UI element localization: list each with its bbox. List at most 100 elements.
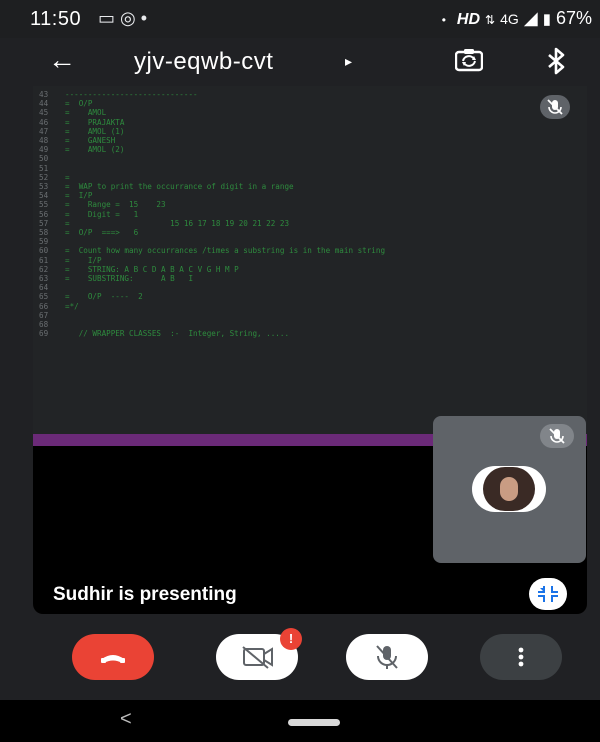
switch-camera-icon[interactable] xyxy=(455,48,483,72)
avatar xyxy=(472,466,546,512)
code-text: = STRING: A B C D A B A C V G H M P xyxy=(65,264,239,274)
line-number: 65 xyxy=(39,292,49,302)
line-number: 52 xyxy=(39,172,49,182)
line-number: 58 xyxy=(39,228,49,238)
code-text: =*/ xyxy=(65,301,79,311)
code-line: 47 = AMOL (1) xyxy=(39,127,385,136)
line-number: 66 xyxy=(39,301,49,311)
code-line: 67 xyxy=(39,311,385,320)
battery-level: 67% xyxy=(555,8,592,28)
code-text: = AMOL (2) xyxy=(65,145,125,155)
line-number: 64 xyxy=(39,283,49,293)
code-text: = GANESH xyxy=(65,136,116,146)
caret-right-icon[interactable]: ▸ xyxy=(345,53,352,70)
code-line: 62 = STRING: A B C D A B A C V G H M P xyxy=(39,265,385,274)
line-number: 45 xyxy=(39,108,49,118)
code-text: = Count how many occurrances /times a su… xyxy=(65,246,386,256)
code-line: 48 = GANESH xyxy=(39,136,385,145)
line-number: 55 xyxy=(39,200,49,210)
line-number: 53 xyxy=(39,182,49,192)
shared-code-editor: 43 ----------------------------- 44 = O/P 45… xyxy=(33,86,587,434)
signal-icon: ◢ xyxy=(523,8,538,28)
line-number: 50 xyxy=(39,154,49,164)
meeting-header: ← yjv-eqwb-cvt ▸ xyxy=(0,38,600,86)
status-bar: 11:50 ▭ ◎ • • HD ⇅ 4G ◢ ▮ 67% xyxy=(0,0,600,38)
presenter-mic-off-icon xyxy=(540,95,570,119)
code-line: 56 = Digit = 1 xyxy=(39,210,385,219)
code-line: 60 = Count how many occurrances /times a … xyxy=(39,246,385,255)
code-line: 53 = WAP to print the occurrance of digit… xyxy=(39,182,385,191)
arrow-back-icon[interactable]: ← xyxy=(48,46,76,74)
code-line: 66 =*/ xyxy=(39,302,385,311)
code-line: 57 = 15 16 17 18 19 20 21 22 23 xyxy=(39,219,385,228)
code-text: = Range = 15 23 xyxy=(65,200,166,210)
avatar-photo xyxy=(483,467,535,511)
more-options-button[interactable] xyxy=(480,634,562,680)
network-type: 4G xyxy=(500,11,519,27)
avatar-face xyxy=(500,477,518,501)
nav-home-pill[interactable] xyxy=(288,719,340,726)
code-text: = O/P xyxy=(65,99,93,109)
code-lines: 43 ----------------------------- 44 = O/P 45… xyxy=(39,90,385,338)
code-line: 52 = xyxy=(39,173,385,182)
camera-alert-badge: ! xyxy=(280,628,302,650)
line-number: 60 xyxy=(39,246,49,256)
mic-off-icon xyxy=(376,645,398,669)
code-text: = 15 16 17 18 19 20 21 22 23 xyxy=(65,218,290,228)
data-arrows-icon: ⇅ xyxy=(485,13,496,27)
code-text: = Digit = 1 xyxy=(65,209,139,219)
more-vert-icon xyxy=(518,647,524,667)
code-line: 55 = Range = 15 23 xyxy=(39,200,385,209)
code-text: // WRAPPER CLASSES :- Integer, String, .… xyxy=(65,329,290,339)
bluetooth-icon[interactable] xyxy=(546,46,568,76)
nav-back-button[interactable]: < xyxy=(120,708,132,731)
code-line: 45 = AMOL xyxy=(39,108,385,117)
code-line: 44 = O/P xyxy=(39,99,385,108)
code-line: 63 = SUBSTRING: A B I xyxy=(39,274,385,283)
line-number: 44 xyxy=(39,99,49,109)
mic-off-icon xyxy=(540,424,574,448)
line-number: 57 xyxy=(39,218,49,228)
meeting-code[interactable]: yjv-eqwb-cvt xyxy=(134,48,273,76)
phone-hangup-icon xyxy=(101,655,125,663)
code-text: ----------------------------- xyxy=(65,90,198,99)
line-number: 59 xyxy=(39,237,49,247)
status-dot: • xyxy=(441,13,446,27)
camera-toggle-button[interactable]: ! xyxy=(216,628,302,680)
code-line: 54 = I/P xyxy=(39,191,385,200)
line-number: 68 xyxy=(39,320,49,330)
line-number: 48 xyxy=(39,136,49,146)
mic-toggle-button[interactable] xyxy=(346,634,428,680)
presenting-status: Sudhir is presenting xyxy=(53,584,237,605)
system-nav-bar: < xyxy=(0,700,600,742)
code-text: = AMOL (1) xyxy=(65,126,125,136)
code-text: = O/P ---- 2 xyxy=(65,292,143,302)
line-number: 56 xyxy=(39,209,49,219)
line-number: 69 xyxy=(39,329,49,339)
self-view-tile[interactable] xyxy=(433,416,586,563)
code-text: = SUBSTRING: A B I xyxy=(65,274,194,284)
code-line: 58 = O/P ===> 6 xyxy=(39,228,385,237)
line-number: 62 xyxy=(39,264,49,274)
code-line: 51 xyxy=(39,164,385,173)
call-controls: ! xyxy=(0,614,600,700)
line-number: 51 xyxy=(39,163,49,173)
code-text: = I/P xyxy=(65,191,93,201)
hd-indicator: HD xyxy=(456,11,481,28)
code-text: = AMOL xyxy=(65,108,107,118)
code-line: 61 = I/P xyxy=(39,256,385,265)
line-number: 49 xyxy=(39,145,49,155)
code-line: 50 xyxy=(39,154,385,163)
code-line: 68 xyxy=(39,320,385,329)
line-number: 61 xyxy=(39,255,49,265)
code-line: 64 xyxy=(39,283,385,292)
code-text: = WAP to print the occurrance of digit i… xyxy=(65,182,294,192)
code-text: = xyxy=(65,172,70,182)
line-number: 46 xyxy=(39,117,49,127)
collapse-icon[interactable] xyxy=(529,578,567,610)
code-line: 43 ----------------------------- xyxy=(39,90,385,99)
end-call-button[interactable] xyxy=(72,634,154,680)
status-indicators: • HD ⇅ 4G ◢ ▮ 67% xyxy=(436,8,592,29)
line-number: 63 xyxy=(39,274,49,284)
line-number: 54 xyxy=(39,191,49,201)
